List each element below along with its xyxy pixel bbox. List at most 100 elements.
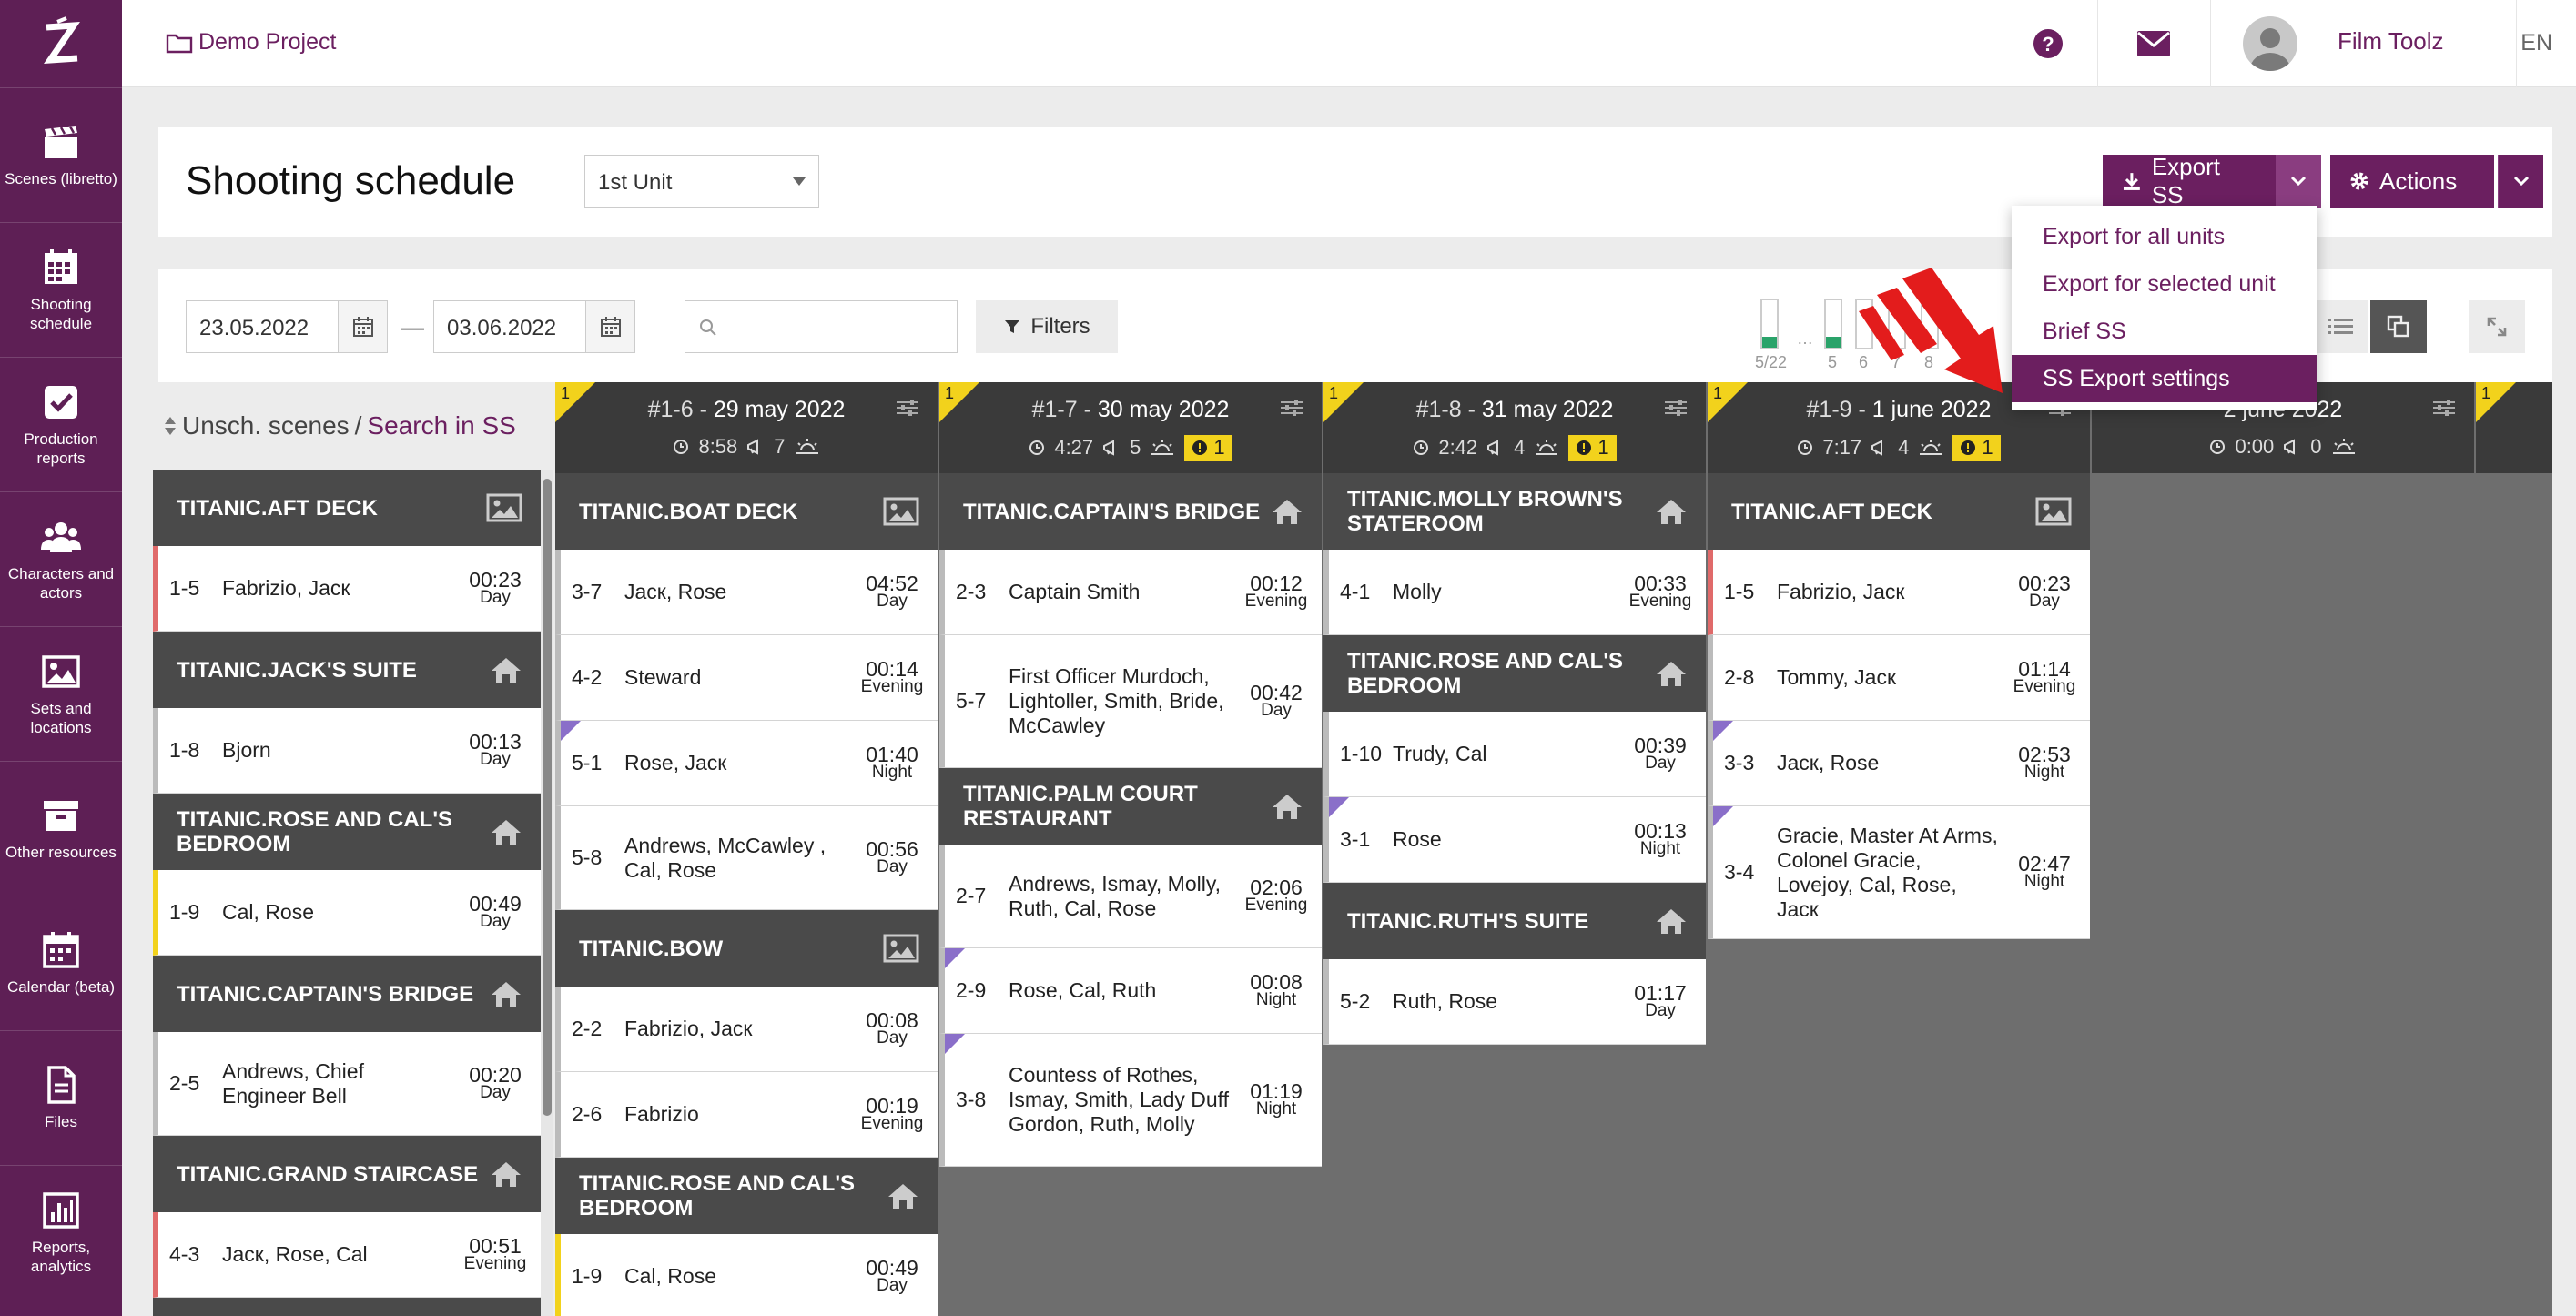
scene-card[interactable]: 1-5 Fabrizio, Jacк 00:23 Day — [153, 546, 541, 632]
scrollbar[interactable] — [541, 470, 553, 1316]
scene-card[interactable]: 1-9 Cal, Rose 00:49 Day — [555, 1234, 938, 1316]
set-header[interactable]: TITANIC.ROSE AND CAL'S BEDROOM — [555, 1158, 938, 1234]
set-header[interactable]: TITANIC.ROSE AND CAL'S BEDROOM — [153, 794, 541, 870]
sliders-icon[interactable] — [1280, 399, 1303, 417]
set-header[interactable]: TITANIC.JACK'S SUITE — [153, 632, 541, 708]
sidebar-item-characters-and-actors[interactable]: Characters and actors — [0, 491, 122, 626]
export-menu-item[interactable]: Brief SS — [2012, 308, 2317, 355]
warning-badge[interactable]: 1 — [1568, 435, 1617, 461]
sort-icon[interactable] — [164, 415, 177, 437]
export-menu-item[interactable]: Export for selected unit — [2012, 260, 2317, 308]
export-menu-item[interactable]: SS Export settings — [2012, 355, 2317, 402]
set-header[interactable]: TITANIC.DINING SALOON — [153, 1298, 541, 1316]
board-view-button[interactable] — [2370, 300, 2427, 353]
day-duration: 7:17 — [1822, 436, 1862, 459]
home-icon — [887, 1181, 919, 1210]
unit-select-value: 1st Unit — [598, 170, 673, 195]
scene-card[interactable]: 5-7 First Officer Murdoch, Lightoller, Sm… — [939, 635, 1322, 768]
app-window: Scenes (libretto) Shooting schedule Produc… — [0, 0, 2576, 1316]
scene-card[interactable]: 1-8 Bjorn 00:13 Day — [153, 708, 541, 794]
unit-select[interactable]: 1st Unit — [584, 155, 819, 208]
scene-card[interactable]: 3-3 Jacк, Rose 02:53 Night — [1708, 721, 2090, 806]
day-header[interactable]: 1 — [2476, 382, 2552, 473]
scene-card[interactable]: 4-1 Molly 00:33 Evening — [1323, 550, 1706, 635]
search-in-ss-link[interactable]: Search in SS — [367, 411, 515, 440]
set-header[interactable]: TITANIC.ROSE AND CAL'S BEDROOM — [1323, 635, 1706, 712]
sidebar-item-reports-analytics[interactable]: Reports, analytics — [0, 1165, 122, 1300]
scene-card[interactable]: 2-8 Tommy, Jacк 01:14 Evening — [1708, 635, 2090, 721]
search-input[interactable] — [685, 300, 958, 353]
scene-period: Evening — [1244, 591, 1308, 611]
set-header[interactable]: TITANIC.CAPTAIN'S BRIDGE — [939, 473, 1322, 550]
scene-card[interactable]: 2-6 Fabrizio 00:19 Evening — [555, 1072, 938, 1158]
scene-card[interactable]: 5-1 Rose, Jacк 01:40 Night — [555, 721, 938, 806]
help-icon[interactable]: ? — [2028, 24, 2068, 64]
set-header[interactable]: TITANIC.GRAND STAIRCASE — [153, 1136, 541, 1212]
day-header[interactable]: 1 #1-7 - 30 may 2022 4:27 5 1 — [939, 382, 1322, 473]
set-header[interactable]: TITANIC.PALM COURT RESTAURANT — [939, 768, 1322, 845]
sliders-icon[interactable] — [1664, 399, 1688, 417]
scene-card[interactable]: 2-2 Fabrizio, Jacк 00:08 Day — [555, 987, 938, 1072]
export-ss-button[interactable]: Export SS — [2103, 153, 2276, 208]
warning-badge[interactable]: 1 — [1952, 435, 2001, 461]
sidebar-item-sets-and-locations[interactable]: Sets and locations — [0, 626, 122, 761]
scene-card[interactable]: 4-3 Jacк, Rose, Cal 00:51 Evening — [153, 1212, 541, 1298]
actions-dropdown-toggle[interactable] — [2498, 155, 2543, 208]
export-menu-item[interactable]: Export for all units — [2012, 213, 2317, 260]
scene-card[interactable]: 2-7 Andrews, Ismay, Molly, Ruth, Cal, Ros… — [939, 845, 1322, 948]
list-view-button[interactable] — [2312, 300, 2368, 353]
day-header[interactable]: 1 #1-6 - 29 may 2022 8:58 7 — [555, 382, 938, 473]
scene-duration: 00:08 Night — [1238, 971, 1322, 1009]
set-header[interactable]: TITANIC.BOAT DECK — [555, 473, 938, 550]
scene-duration: 00:08 Day — [854, 1009, 938, 1048]
scene-card[interactable]: 3-8 Countess of Rothes, Ismay, Smith, Lad… — [939, 1034, 1322, 1167]
set-header[interactable]: TITANIC.RUTH'S SUITE — [1323, 883, 1706, 959]
day-header[interactable]: 1 #1-8 - 31 may 2022 2:42 4 1 — [1323, 382, 1706, 473]
scene-duration: 00:14 Evening — [854, 658, 938, 696]
sidebar-item-files[interactable]: Files — [0, 1030, 122, 1165]
filters-button[interactable]: Filters — [976, 300, 1118, 353]
set-header[interactable]: TITANIC.CAPTAIN'S BRIDGE — [153, 956, 541, 1032]
avatar[interactable] — [2243, 16, 2297, 71]
scene-card[interactable]: 2-5 Andrews, Chief Engineer Bell 00:20 Day — [153, 1032, 541, 1136]
scene-card[interactable]: 5-8 Andrews, McCawley , Cal, Rose 00:56 Day — [555, 806, 938, 910]
project-link[interactable]: Demo Project — [166, 29, 336, 56]
fullscreen-button[interactable] — [2469, 300, 2525, 353]
actions-button[interactable]: Actions — [2330, 155, 2494, 208]
sliders-icon[interactable] — [896, 399, 919, 417]
date-to-field[interactable]: 03.06.2022 — [433, 300, 635, 353]
sliders-icon[interactable] — [2432, 399, 2456, 417]
sidebar-item-other-resources[interactable]: Other resources — [0, 761, 122, 896]
user-name[interactable]: Film Toolz — [2338, 27, 2444, 56]
warning-badge[interactable]: 1 — [1184, 435, 1232, 461]
sidebar-item-calendar-beta[interactable]: Calendar (beta) — [0, 896, 122, 1030]
export-dropdown-toggle[interactable] — [2276, 155, 2321, 208]
mail-icon[interactable] — [2134, 27, 2174, 60]
logo[interactable] — [0, 0, 122, 87]
set-header[interactable]: TITANIC.MOLLY BROWN'S STATEROOM — [1323, 473, 1706, 550]
language-switch[interactable]: EN — [2520, 30, 2552, 56]
date-from-field[interactable]: 23.05.2022 — [186, 300, 388, 353]
calendar-icon[interactable] — [338, 301, 387, 352]
sidebar-item-production-reports[interactable]: Production reports — [0, 357, 122, 491]
scene-card[interactable]: 3-4 Gracie, Master At Arms, Colonel Graci… — [1708, 806, 2090, 939]
calendar-icon[interactable] — [585, 301, 634, 352]
day-duration: 8:58 — [698, 435, 738, 458]
sidebar-item-shooting-schedule[interactable]: Shooting schedule — [0, 222, 122, 357]
scene-card[interactable]: 3-1 Rose 00:13 Night — [1323, 797, 1706, 883]
scene-card[interactable]: 2-9 Rose, Cal, Ruth 00:08 Night — [939, 948, 1322, 1034]
scene-card[interactable]: 1-9 Cal, Rose 00:49 Day — [153, 870, 541, 956]
day-load-bar[interactable] — [1824, 299, 1842, 349]
day-load-bar[interactable] — [1760, 299, 1779, 349]
set-header[interactable]: TITANIC.AFT DECK — [153, 470, 541, 546]
set-header[interactable]: TITANIC.BOW — [555, 910, 938, 987]
scene-card[interactable]: 1-10 Trudy, Cal 00:39 Day — [1323, 712, 1706, 797]
scene-period: Evening — [860, 676, 924, 696]
set-header[interactable]: TITANIC.AFT DECK — [1708, 473, 2090, 550]
sidebar-item-scenes-libretto[interactable]: Scenes (libretto) — [0, 87, 122, 222]
scene-card[interactable]: 1-5 Fabrizio, Jacк 00:23 Day — [1708, 550, 2090, 635]
scene-card[interactable]: 2-3 Captain Smith 00:12 Evening — [939, 550, 1322, 635]
scene-card[interactable]: 4-2 Steward 00:14 Evening — [555, 635, 938, 721]
scene-card[interactable]: 5-2 Ruth, Rose 01:17 Day — [1323, 959, 1706, 1045]
scene-card[interactable]: 3-7 Jacк, Rose 04:52 Day — [555, 550, 938, 635]
